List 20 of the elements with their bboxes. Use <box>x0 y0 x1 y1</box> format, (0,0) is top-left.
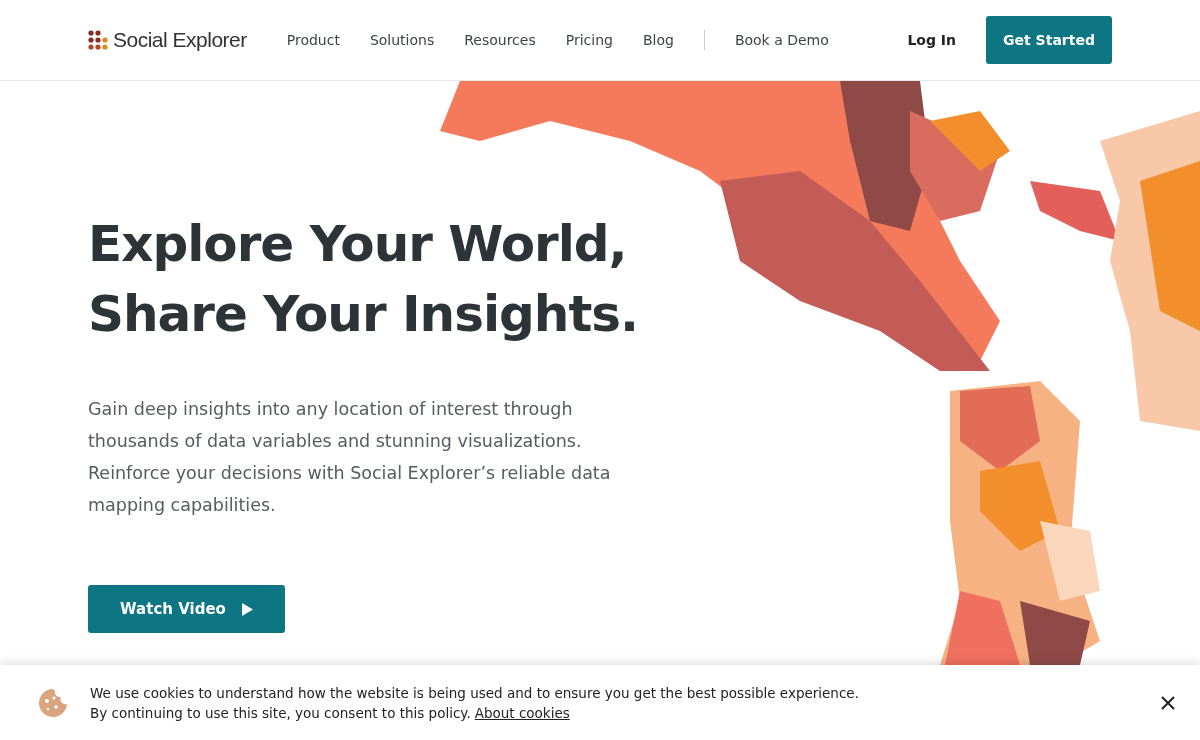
nav-link[interactable]: Solutions <box>369 32 435 48</box>
nav-link[interactable]: Blog <box>642 32 674 48</box>
nav-link[interactable]: Book a Demo <box>734 32 829 48</box>
hero-title: Share Your Insights. <box>88 284 639 345</box>
nav-link[interactable]: Resources <box>464 32 536 48</box>
cookie-message: By continuing to use this site, you consent to this policy. <box>90 703 471 723</box>
close-icon <box>1160 694 1176 711</box>
get-started-button[interactable]: Get Started <box>986 16 1112 64</box>
play-icon <box>241 602 253 616</box>
hero-title: Explore Your World, <box>88 214 628 275</box>
nav-link[interactable]: Pricing <box>565 32 613 48</box>
nav-link[interactable]: Product <box>286 32 340 48</box>
login-link[interactable]: Log In <box>907 32 956 48</box>
about-cookies-link[interactable]: About cookies <box>474 702 570 723</box>
watch-video-button[interactable]: Watch Video <box>88 585 285 633</box>
hero-description: Gain deep insights into any location of interest through thousands of data variables and stunning visualizations. Reinforce your decisions with Social Explorer’s reliable data mapping capabilities. <box>88 398 612 517</box>
logo-dots-icon <box>88 30 108 50</box>
cookie-message: We use cookies to understand how the website is being used and to ensure you get the best possible experience. <box>90 683 860 703</box>
cookie-icon <box>38 687 68 718</box>
logo-text[interactable]: Social Explorer <box>113 28 247 52</box>
